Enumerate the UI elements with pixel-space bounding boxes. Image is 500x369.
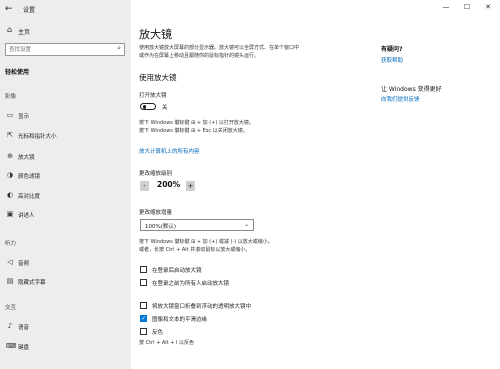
sidebar-category: 轻松使用: [5, 69, 30, 76]
search-input[interactable]: [9, 45, 107, 55]
sidebar-item-narrator[interactable]: ▣ 讲述人: [3, 209, 129, 221]
improve-windows-title: 让 Windows 变得更好: [381, 86, 442, 93]
toggle-knob: [142, 105, 146, 109]
minimize-button[interactable]: —: [436, 1, 456, 13]
keyboard-icon: ⌨: [6, 342, 17, 350]
window-controls: — ☐ ✕: [436, 0, 500, 14]
invert-shortcut-hint: 按 Ctrl + Alt + I 以反色: [139, 340, 195, 346]
checkbox-label: 反色: [152, 330, 164, 336]
zoom-level-value: 200%: [157, 180, 181, 189]
sidebar-item-high-contrast[interactable]: ◐ 高对比度: [3, 190, 129, 202]
sidebar-item-label: 高对比度: [18, 194, 41, 200]
checkbox-label: 图像和文本的平滑边缘: [152, 317, 208, 323]
sidebar-item-label: 隐藏式字幕: [18, 280, 46, 286]
sidebar-item-label: 颜色滤镜: [18, 174, 41, 180]
maximize-button[interactable]: ☐: [457, 1, 477, 13]
checkbox-box: [140, 328, 147, 335]
cursor-icon: ⇱: [7, 131, 13, 139]
page-title: 放大镜: [139, 28, 172, 41]
sidebar-item-label: 讲述人: [18, 213, 35, 219]
zoom-out-button[interactable]: -: [140, 181, 149, 191]
checkbox-box: [140, 302, 147, 309]
group-label-vision: 影像: [5, 94, 17, 100]
sidebar-item-cursor[interactable]: ⇱ 光标和指针大小: [3, 130, 129, 142]
sidebar-item-label: 主页: [18, 29, 31, 36]
start-before-signin-checkbox[interactable]: 在登录之前为所有人启动放大镜: [140, 279, 330, 288]
color-filter-icon: ◑: [6, 171, 14, 179]
microphone-icon: ♪: [7, 322, 13, 330]
sidebar-item-magnifier[interactable]: ⊕ 放大镜: [3, 151, 129, 163]
checkmark-icon: ✓: [140, 315, 147, 322]
zoom-level-label: 更改缩放级别: [139, 171, 173, 177]
close-button[interactable]: ✕: [478, 1, 498, 13]
sidebar-item-home[interactable]: ⌂ 主页: [7, 25, 127, 38]
shortcut-hint: 或者，长按 Ctrl + Alt 并滚动鼠标以放大或缩小。: [139, 247, 251, 253]
sidebar-item-keyboard[interactable]: ⌨ 键盘: [3, 341, 129, 353]
use-magnifier-heading: 使用放大镜: [139, 73, 177, 82]
start-after-signin-checkbox[interactable]: 在登录后启动放大镜: [140, 266, 330, 275]
narrator-icon: ▣: [6, 210, 14, 218]
speaker-icon: ◁: [7, 258, 13, 266]
toggle-state: 关: [162, 105, 168, 111]
sidebar-item-color-filters[interactable]: ◑ 颜色滤镜: [3, 170, 129, 182]
chevron-down-icon: ⌄: [243, 221, 249, 228]
select-value: 100%(默认): [145, 224, 177, 230]
checkbox-box: [140, 266, 147, 273]
magnifier-icon: ⊕: [7, 152, 13, 160]
invert-colors-checkbox[interactable]: 反色: [140, 328, 330, 337]
sidebar: ← 设置 ⌂ 主页 ⌕ 轻松使用 影像 ▭ 显示 ⇱ 光标和指针大小 ⊕ 放大镜…: [0, 0, 131, 369]
sidebar-item-label: 显示: [18, 114, 30, 120]
sidebar-item-display[interactable]: ▭ 显示: [3, 110, 129, 122]
back-arrow-icon[interactable]: ←: [5, 4, 13, 14]
checkbox-label: 将放大镜窗口折叠到浮动的透明放大镜中: [152, 304, 252, 310]
main-content: 放大镜 使用放大镜放大屏幕的部分显示器。放大镜可以全屏方式、在单个窗口中 或作为…: [131, 0, 500, 369]
sidebar-item-audio[interactable]: ◁ 音频: [3, 257, 129, 269]
sidebar-item-label: 语音: [18, 325, 30, 331]
description-line: 使用放大镜放大屏幕的部分显示器。放大镜可以全屏方式、在单个窗口中: [139, 45, 300, 51]
feedback-link[interactable]: 向我们提供反馈: [381, 95, 420, 103]
sidebar-item-speech[interactable]: ♪ 语音: [3, 321, 129, 333]
sidebar-item-label: 放大镜: [18, 155, 35, 161]
zoom-increment-select[interactable]: 100%(默认) ⌄: [140, 219, 254, 231]
toggle-label: 打开放大镜: [139, 93, 167, 99]
captions-icon: ▤: [6, 277, 14, 285]
collapse-lens-checkbox[interactable]: 将放大镜窗口折叠到浮动的透明放大镜中: [140, 302, 330, 311]
smooth-edges-checkbox[interactable]: ✓ 图像和文本的平滑边缘: [140, 315, 330, 324]
sidebar-item-captions[interactable]: ▤ 隐藏式字幕: [3, 276, 129, 288]
magnifier-toggle[interactable]: [140, 103, 156, 110]
app-title: 设置: [23, 7, 36, 14]
checkbox-label: 在登录之前为所有人启动放大镜: [152, 281, 230, 287]
search-field[interactable]: ⌕: [5, 43, 125, 56]
checkbox-label: 在登录后启动放大镜: [152, 268, 202, 274]
sidebar-item-label: 键盘: [18, 345, 30, 351]
get-help-link[interactable]: 获取帮助: [381, 56, 403, 64]
description-line: 或作为在屏幕上移动且跟随你的鼠标指针的镜头运行。: [139, 53, 260, 59]
zoom-increment-label: 更改缩放增量: [139, 210, 173, 216]
shortcut-hint: 按下 Windows 徽标键 ⊞ + 加 (+) 或减 (-) 以放大或缩小。: [139, 239, 273, 245]
question-title: 有疑问?: [381, 46, 403, 53]
group-label-hearing: 听力: [5, 241, 17, 247]
shortcut-hint: 按下 Windows 徽标键 ⊞ + Esc 以关闭放大镜。: [139, 128, 248, 134]
group-label-interaction: 交互: [5, 305, 17, 311]
settings-window: ← 设置 ⌂ 主页 ⌕ 轻松使用 影像 ▭ 显示 ⇱ 光标和指针大小 ⊕ 放大镜…: [0, 0, 500, 369]
shortcut-hint: 按下 Windows 徽标键 ⊞ + 加 (+) 以打开放大镜。: [139, 120, 254, 126]
checkbox-box: [140, 279, 147, 286]
home-icon: ⌂: [7, 25, 13, 34]
sidebar-item-label: 光标和指针大小: [18, 134, 57, 140]
sidebar-item-label: 音频: [18, 261, 30, 267]
contrast-icon: ◐: [6, 191, 14, 199]
search-icon: ⌕: [117, 44, 121, 52]
zoom-everything-link[interactable]: 放大计算机上的所有内容: [139, 147, 200, 155]
zoom-in-button[interactable]: +: [186, 181, 195, 191]
monitor-icon: ▭: [6, 111, 14, 119]
